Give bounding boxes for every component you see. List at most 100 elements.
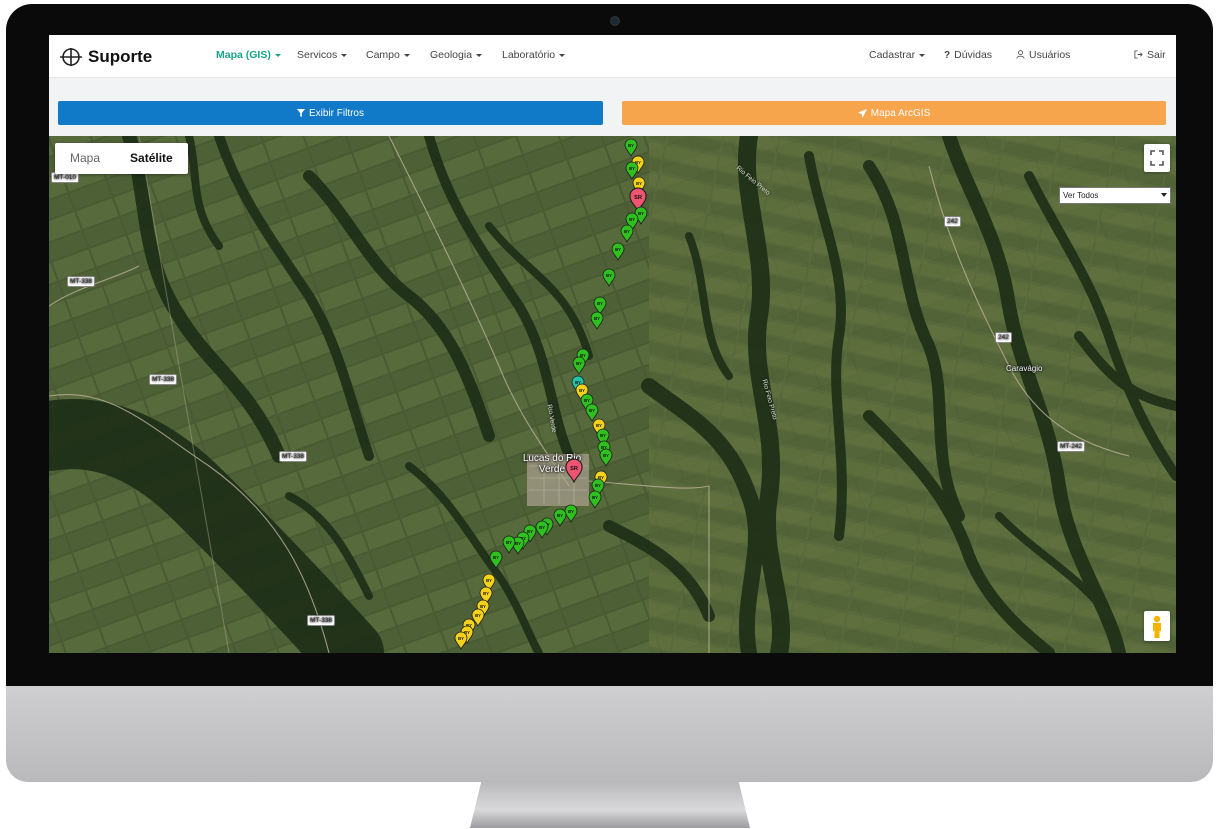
map-marker[interactable]: BY: [585, 403, 599, 422]
chevron-down-icon: [1161, 193, 1167, 197]
nav-mapa-gis-label: Mapa (GIS): [216, 49, 271, 61]
map-marker[interactable]: BY: [535, 520, 549, 539]
map-marker-label: BY: [486, 578, 492, 583]
mapa-arcgis-button[interactable]: Mapa ArcGIS: [622, 101, 1166, 125]
screen: Suporte Mapa (GIS) Servicos Campo Geolog…: [49, 35, 1176, 653]
map-marker-label: BY: [592, 495, 598, 500]
map-marker-label: BY: [568, 509, 574, 514]
nav-usuarios-label: Usuários: [1029, 49, 1071, 61]
nav-duvidas[interactable]: ? Dúvidas: [944, 49, 992, 61]
map-marker-label: BY: [506, 540, 512, 545]
map-marker-label: BY: [475, 613, 481, 618]
map-marker[interactable]: BY: [620, 224, 634, 243]
map-marker-label: BY: [579, 388, 585, 393]
filter-icon: [296, 109, 305, 117]
marker-layer: BYBYBYBYSRBYBYBYBYBYBYBYBYBYBYBYBYBYBYBY…: [454, 138, 648, 650]
fullscreen-button[interactable]: [1144, 144, 1170, 172]
nav-campo-label: Campo: [366, 49, 400, 61]
nav-laboratorio-label: Laboratório: [502, 49, 556, 61]
fullscreen-icon: [1150, 150, 1164, 166]
user-icon: [1016, 50, 1025, 59]
sign-out-icon: [1134, 50, 1143, 59]
nav-cadastrar[interactable]: Cadastrar: [869, 49, 926, 61]
nav-campo[interactable]: Campo: [366, 49, 410, 61]
map-marker-label: BY: [624, 229, 630, 234]
exibir-filtros-button[interactable]: Exibir Filtros: [58, 101, 603, 125]
paper-plane-icon: [857, 108, 867, 118]
map-marker[interactable]: BY: [454, 631, 468, 650]
street-view-pegman[interactable]: [1144, 611, 1170, 641]
camera: [610, 16, 620, 26]
map-marker-label: BY: [589, 408, 595, 413]
map-marker[interactable]: BY: [624, 138, 638, 157]
map-type-mapa[interactable]: Mapa: [55, 143, 115, 174]
map-marker-label: BY: [606, 273, 612, 278]
question-icon: ?: [944, 50, 951, 61]
map-marker-label: BY: [493, 555, 499, 560]
map-marker[interactable]: BY: [588, 490, 602, 509]
monitor-chin: [6, 686, 1213, 782]
map-marker-label: BY: [539, 525, 545, 530]
map-marker-label: BY: [458, 636, 464, 641]
map-marker-label: BY: [629, 217, 635, 222]
chevron-down-icon: [476, 53, 483, 57]
nav-sair[interactable]: Sair: [1134, 49, 1166, 61]
map-marker-label: BY: [557, 513, 563, 518]
map-marker-label: BY: [480, 604, 486, 609]
map-marker-label: BY: [527, 529, 533, 534]
map-marker-label: BY: [584, 398, 590, 403]
map-marker-label: BY: [638, 211, 644, 216]
map-marker[interactable]: BY: [502, 535, 516, 554]
map-marker-label: BY: [603, 453, 609, 458]
map-marker-label: BY: [629, 166, 635, 171]
map-marker-label: BY: [515, 541, 521, 546]
brand-name: Suporte: [88, 47, 153, 66]
map-marker[interactable]: BY: [553, 508, 567, 527]
map-marker-label: BY: [615, 247, 621, 252]
top-navbar: Suporte Mapa (GIS) Servicos Campo Geolog…: [49, 35, 1176, 78]
map-type-satelite[interactable]: Satélite: [115, 143, 188, 174]
exibir-filtros-label: Exibir Filtros: [308, 107, 364, 119]
nav-usuarios[interactable]: Usuários: [1016, 49, 1070, 61]
nav-geologia-label: Geologia: [430, 49, 473, 61]
map-marker-label: BY: [576, 361, 582, 366]
map-marker[interactable]: BY: [599, 448, 613, 467]
nav-geologia[interactable]: Geologia: [430, 49, 483, 61]
map-marker-label: BY: [600, 433, 606, 438]
map-type-control: Mapa Satélite: [55, 143, 188, 174]
brand[interactable]: Suporte: [59, 44, 152, 70]
monitor-stand: [470, 782, 750, 828]
map-marker[interactable]: SR: [565, 458, 583, 484]
nav-servicos[interactable]: Servicos: [297, 49, 348, 61]
map-marker[interactable]: BY: [625, 161, 639, 180]
map-marker-label: BY: [595, 483, 601, 488]
map-marker[interactable]: BY: [602, 268, 616, 287]
map-marker-label: BY: [594, 316, 600, 321]
layer-select-value: Ver Todos: [1063, 191, 1099, 200]
map-marker-label: SR: [634, 195, 642, 201]
nav-cadastrar-label: Cadastrar: [869, 49, 916, 61]
nav-duvidas-label: Dúvidas: [954, 49, 993, 61]
chevron-down-icon: [559, 53, 566, 57]
chevron-down-icon: [274, 53, 281, 57]
map-marker[interactable]: BY: [489, 550, 503, 569]
chevron-down-icon: [403, 53, 410, 57]
layer-select[interactable]: Ver Todos: [1059, 187, 1171, 204]
nav-mapa-gis[interactable]: Mapa (GIS): [216, 49, 281, 61]
map-marker-label: BY: [628, 143, 634, 148]
map-marker[interactable]: BY: [564, 504, 578, 523]
satellite-map[interactable]: MT-010 MT-338 MT-338 MT-338 MT-338 242 2…: [49, 136, 1176, 653]
map-marker-label: BY: [597, 301, 603, 306]
pegman-icon: [1153, 615, 1161, 638]
nav-laboratorio[interactable]: Laboratório: [502, 49, 566, 61]
chevron-down-icon: [341, 53, 348, 57]
mapa-arcgis-label: Mapa ArcGIS: [870, 107, 931, 119]
map-marker[interactable]: BY: [572, 356, 586, 375]
chevron-down-icon: [919, 53, 926, 57]
map-marker-label: BY: [483, 591, 489, 596]
map-marker-label: BY: [596, 423, 602, 428]
map-marker[interactable]: BY: [590, 311, 604, 330]
map-marker[interactable]: BY: [593, 296, 607, 315]
nav-sair-label: Sair: [1147, 49, 1166, 61]
map-marker[interactable]: BY: [611, 242, 625, 261]
